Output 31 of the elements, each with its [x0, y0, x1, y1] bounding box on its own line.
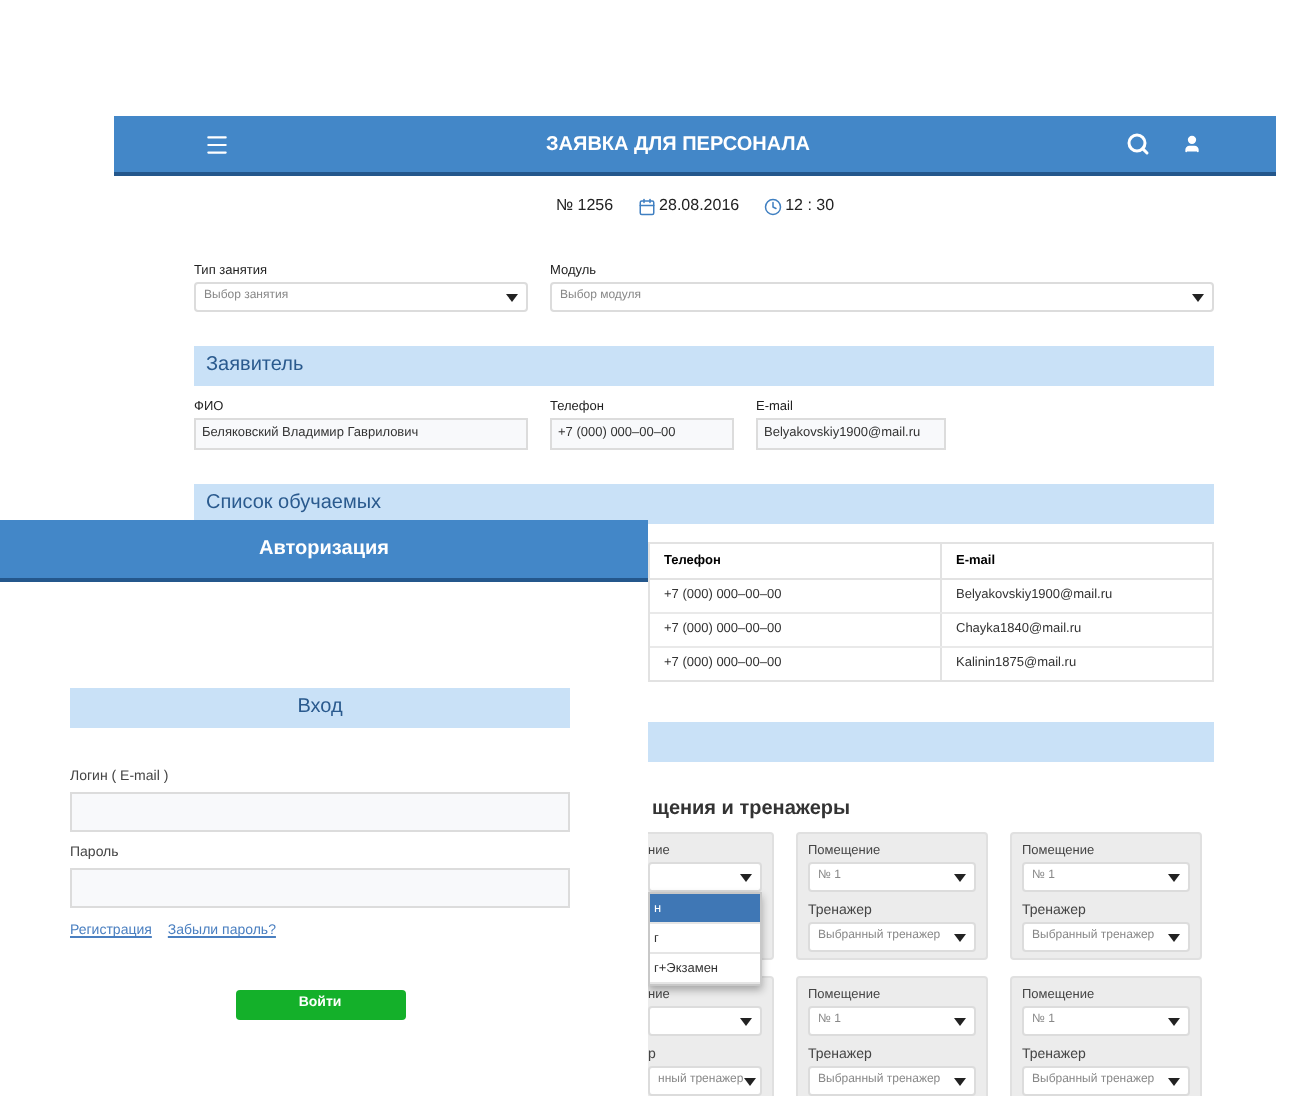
calendar-icon [637, 197, 656, 215]
menu-icon[interactable] [204, 131, 230, 157]
room-select[interactable] [648, 1006, 762, 1036]
request-time: 12 : 30 [785, 194, 835, 218]
room-select[interactable] [648, 862, 762, 892]
clock-icon [763, 197, 782, 215]
caret-icon [954, 1017, 966, 1025]
caret-icon [1168, 933, 1180, 941]
caret-icon [1168, 1077, 1180, 1085]
input-field[interactable] [70, 868, 570, 908]
request-date: 28.08.2016 [659, 194, 740, 218]
search-icon[interactable] [1125, 132, 1150, 156]
section-header: Вход [70, 688, 570, 728]
caret-icon [954, 1077, 966, 1085]
window-title: Авторизация [259, 536, 389, 564]
caret-icon [1168, 873, 1180, 881]
section-header: Список обучаемых [194, 484, 1214, 524]
caret-icon [1192, 293, 1204, 301]
caret-icon [954, 873, 966, 881]
section-title: щения и тренажеры [652, 796, 853, 822]
user-icon[interactable] [1181, 134, 1202, 154]
caret-icon [740, 1017, 752, 1025]
caret-icon [954, 933, 966, 941]
caret-icon [740, 873, 752, 881]
caret-icon [1168, 1017, 1180, 1025]
caret-icon [506, 293, 518, 301]
section-header: Заявитель [194, 346, 1214, 386]
input-field[interactable] [70, 792, 570, 832]
caret-icon [743, 1077, 756, 1085]
window-title: ЗАЯВКА ДЛЯ ПЕРСОНАЛА [546, 131, 810, 159]
request-number: № 1256 [555, 194, 614, 218]
